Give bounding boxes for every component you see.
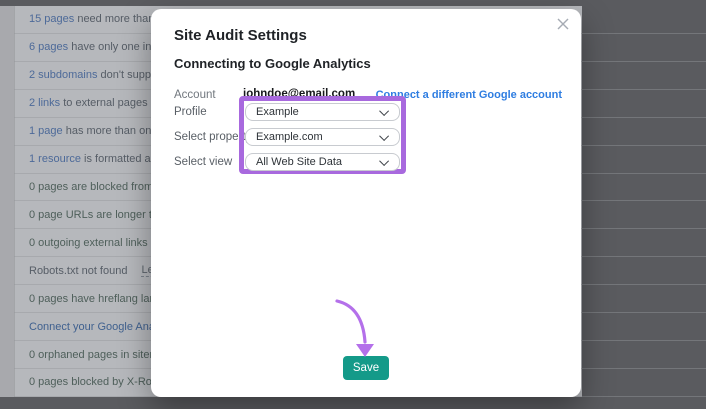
account-label: Account xyxy=(174,89,216,101)
issue-text: Robots.txt not found xyxy=(29,265,127,277)
site-audit-overlay-screen: 15 pages need more than 3 click6 pages h… xyxy=(0,0,706,409)
chevron-down-icon xyxy=(379,131,389,141)
profile-label: Profile xyxy=(174,106,207,118)
save-button[interactable]: Save xyxy=(343,356,389,380)
property-select-value: Example.com xyxy=(256,131,323,143)
profile-select[interactable]: Example xyxy=(245,103,400,121)
issue-link-text: 2 subdomains xyxy=(29,69,98,81)
select-view-label: Select view xyxy=(174,156,232,168)
profile-select-value: Example xyxy=(256,106,299,118)
close-button[interactable] xyxy=(553,14,573,34)
section-heading: Connecting to Google Analytics xyxy=(174,56,371,71)
property-select[interactable]: Example.com xyxy=(245,128,400,146)
issue-link-text: 6 pages xyxy=(29,41,68,53)
chevron-down-icon xyxy=(379,106,389,116)
close-icon xyxy=(557,18,569,30)
issue-link-text: 1 resource xyxy=(29,153,81,165)
site-audit-settings-modal: Site Audit Settings Connecting to Google… xyxy=(151,9,581,397)
view-select[interactable]: All Web Site Data xyxy=(245,153,400,171)
issue-link-text: 1 page xyxy=(29,125,63,137)
background-gutter xyxy=(0,6,14,397)
chevron-down-icon xyxy=(379,156,389,166)
issue-link-text: 15 pages xyxy=(29,13,74,25)
modal-title: Site Audit Settings xyxy=(174,27,307,44)
issue-link-text: 2 links xyxy=(29,97,60,109)
view-select-value: All Web Site Data xyxy=(256,156,342,168)
